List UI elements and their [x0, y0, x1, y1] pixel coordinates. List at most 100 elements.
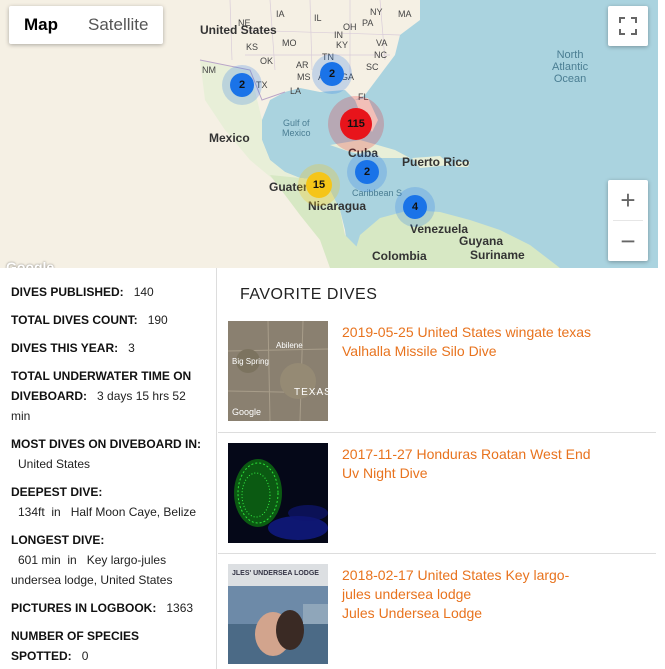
cluster-count: 115: [340, 108, 372, 140]
stat-total-dives: TOTAL DIVES COUNT: 190: [11, 310, 216, 330]
cluster-marker[interactable]: 2: [222, 65, 262, 105]
dive-thumbnail[interactable]: Abilene Big Spring TEXAS Google: [228, 321, 328, 421]
map-label-state: MA: [398, 9, 412, 19]
map-label-state: OK: [260, 56, 274, 66]
map-label-state: NM: [202, 65, 216, 75]
stat-dives-published: DIVES PUBLISHED: 140: [11, 282, 216, 302]
dive-title-link[interactable]: 2017-11-27 Honduras Roatan West End Uv N…: [342, 445, 612, 483]
map-label-puerto-rico: Puerto Rico: [402, 155, 470, 169]
stat-label: NUMBER OF SPECIES: [11, 629, 140, 643]
dive-thumbnail-uv-photo: [228, 443, 328, 543]
cluster-marker[interactable]: 15: [298, 164, 340, 206]
stat-label: SPOTTED:: [11, 649, 72, 663]
stat-underwater-time: TOTAL UNDERWATER TIME ON DIVEBOARD: 3 da…: [11, 366, 216, 426]
map-label-state: OH: [343, 22, 357, 32]
cluster-count: 2: [355, 160, 379, 184]
stat-value: 190: [147, 313, 168, 327]
zoom-in-button[interactable]: +: [608, 180, 648, 220]
map-label-state: MS: [297, 72, 311, 82]
map-label-state: PA: [362, 18, 374, 28]
map-label-state: SC: [366, 62, 379, 72]
dive-thumbnail[interactable]: JLES' UNDERSEA LODGE: [228, 564, 328, 664]
stat-label: DIVES PUBLISHED:: [11, 285, 124, 299]
cluster-count: 4: [403, 195, 427, 219]
stat-dives-this-year: DIVES THIS YEAR: 3: [11, 338, 216, 358]
stats-panel: DIVES PUBLISHED: 140 TOTAL DIVES COUNT: …: [0, 268, 217, 669]
map-type-control: Map Satellite: [9, 6, 164, 44]
stat-label: LONGEST DIVE:: [11, 533, 105, 547]
stat-value: 601 min in Key largo-jules: [18, 553, 167, 567]
stat-label: MOST DIVES ON DIVEBOARD IN:: [11, 437, 202, 451]
map-tab-satellite[interactable]: Satellite: [73, 6, 163, 44]
stat-longest-dive: LONGEST DIVE: 601 min in Key largo-jules…: [11, 530, 216, 590]
map-label-colombia: Colombia: [372, 249, 427, 263]
favorite-dive-item[interactable]: 2017-11-27 Honduras Roatan West End Uv N…: [218, 433, 656, 553]
stat-label: PICTURES IN LOGBOOK:: [11, 601, 157, 615]
dive-title-line: 2017-11-27 Honduras Roatan West End: [342, 446, 591, 462]
map-label-state: IA: [276, 9, 285, 19]
stat-label: DIVEBOARD:: [11, 389, 88, 403]
stat-label: TOTAL DIVES COUNT:: [11, 313, 138, 327]
map-label-state: NY: [370, 7, 383, 17]
stat-value: United States: [18, 457, 91, 471]
map-tab-map[interactable]: Map: [9, 6, 73, 44]
stat-value: 3 days 15 hrs 52: [97, 389, 186, 403]
thumb-map-label: TEXAS: [294, 387, 328, 398]
favorite-dive-item[interactable]: Abilene Big Spring TEXAS Google 2019-05-…: [218, 311, 656, 431]
favorite-dives-title: FAVORITE DIVES: [240, 286, 378, 303]
map-label-state: MO: [282, 38, 297, 48]
stat-pictures: PICTURES IN LOGBOOK: 1363: [11, 598, 216, 618]
stat-label: TOTAL UNDERWATER TIME ON: [11, 369, 192, 383]
stat-value: 140: [133, 285, 154, 299]
stat-value: undersea lodge, United States: [11, 573, 173, 587]
dive-thumbnail-lodge-photo: [228, 564, 328, 664]
stat-value: 1363: [166, 601, 194, 615]
stat-value: 134ft in Half Moon Caye, Belize: [18, 505, 197, 519]
cluster-marker[interactable]: 2: [312, 54, 352, 94]
map-label-state: KS: [246, 42, 259, 52]
cluster-count: 2: [320, 62, 344, 86]
stat-value: min: [11, 409, 31, 423]
zoom-out-button[interactable]: −: [608, 221, 648, 261]
favorite-dive-item[interactable]: JLES' UNDERSEA LODGE 2018-02-17 United S…: [218, 554, 656, 669]
map-label-suriname: Suriname: [470, 248, 525, 262]
map-label-state: NC: [374, 50, 387, 60]
stat-most-dives-in: MOST DIVES ON DIVEBOARD IN: United State…: [11, 434, 216, 474]
stat-value: 0: [81, 649, 89, 663]
favorite-dives-panel: FAVORITE DIVES Abilene Big Spring TEXAS …: [218, 268, 658, 669]
map-label-mexico: Mexico: [209, 131, 250, 145]
thumb-map-label: Abilene: [276, 341, 303, 350]
stat-species: NUMBER OF SPECIES SPOTTED: 0: [11, 626, 216, 666]
stat-deepest-dive: DEEPEST DIVE: 134ft in Half Moon Caye, B…: [11, 482, 216, 522]
dive-thumbnail-map-image: [228, 321, 328, 421]
map-label-guyana: Guyana: [459, 234, 504, 248]
zoom-control: + −: [608, 180, 648, 261]
cluster-marker[interactable]: 2: [347, 152, 387, 192]
dive-title-link[interactable]: 2019-05-25 United States wingate texas V…: [342, 323, 612, 361]
stat-label: DEEPEST DIVE:: [11, 485, 103, 499]
map-label-atlantic: North Atlantic Ocean: [552, 49, 589, 85]
fullscreen-button[interactable]: [608, 6, 648, 46]
dive-title-line: Valhalla Missile Silo Dive: [342, 343, 497, 359]
map-label-state: LA: [290, 86, 302, 96]
cluster-marker[interactable]: 4: [395, 187, 435, 227]
dive-thumbnail[interactable]: [228, 443, 328, 543]
stat-label: DIVES THIS YEAR:: [11, 341, 119, 355]
cluster-count: 15: [306, 172, 332, 198]
google-logo: Google: [6, 259, 55, 268]
dive-title-line: jules undersea lodge: [342, 586, 472, 602]
map-label-state: IN: [334, 30, 343, 40]
dive-map[interactable]: United States Mexico Cuba Puerto Rico Gu…: [0, 0, 658, 268]
dive-title-line: 2019-05-25 United States wingate texas: [342, 324, 592, 340]
dive-title-line: Uv Night Dive: [342, 465, 428, 481]
dive-title-line: 2018-02-17 United States Key largo-: [342, 567, 570, 583]
thumb-sign-text: JLES' UNDERSEA LODGE: [232, 570, 319, 577]
map-label-state: KY: [336, 40, 349, 50]
stat-value: 3: [128, 341, 135, 355]
thumb-map-label: Big Spring: [232, 357, 269, 366]
dive-title-line: Jules Undersea Lodge: [342, 605, 483, 621]
cluster-marker[interactable]: 115: [328, 96, 384, 152]
dive-title-link[interactable]: 2018-02-17 United States Key largo- jule…: [342, 566, 612, 623]
thumb-map-label: Google: [232, 407, 262, 417]
fullscreen-icon: [619, 17, 637, 35]
